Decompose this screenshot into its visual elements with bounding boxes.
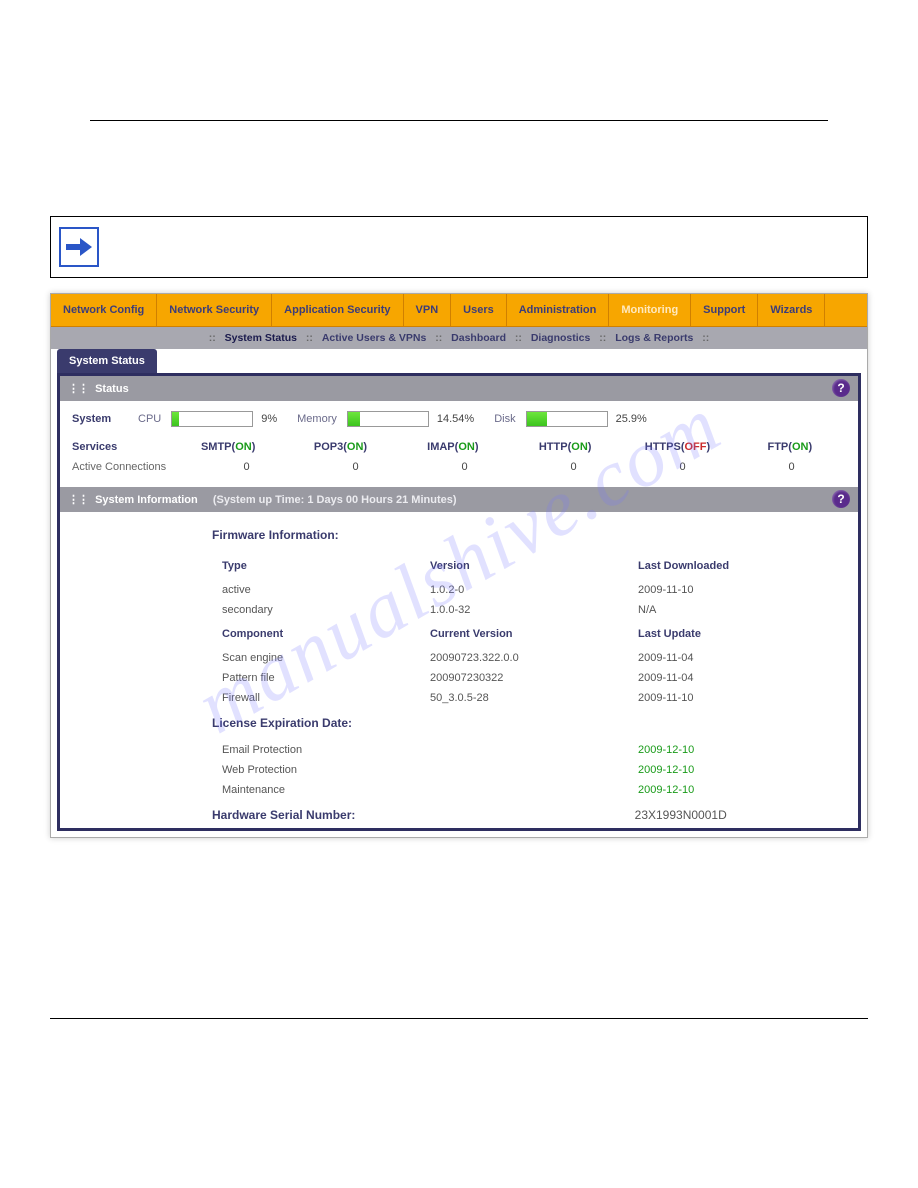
note-arrow-cell bbox=[51, 217, 107, 277]
memory-bar bbox=[347, 411, 429, 427]
tab-network-config[interactable]: Network Config bbox=[51, 294, 157, 326]
hdr-type: Type bbox=[222, 556, 430, 576]
tab-wizards[interactable]: Wizards bbox=[758, 294, 825, 326]
subnav-active-users-vpns[interactable]: Active Users & VPNs bbox=[316, 332, 432, 344]
cpu-bar bbox=[171, 411, 253, 427]
sub-nav: :: System Status :: Active Users & VPNs … bbox=[51, 327, 867, 349]
svc-smtp: SMTP(ON) bbox=[172, 441, 284, 453]
help-icon[interactable]: ? bbox=[832, 490, 850, 508]
tab-monitoring[interactable]: Monitoring bbox=[609, 294, 691, 326]
memory-pct: 14.54% bbox=[437, 413, 474, 425]
fw-row-pattern-file: Pattern file2009072303222009-11-04 bbox=[222, 668, 846, 688]
hdr-last-update: Last Update bbox=[638, 624, 846, 644]
subnav-logs-reports[interactable]: Logs & Reports bbox=[609, 332, 699, 344]
hdr-last-downloaded: Last Downloaded bbox=[638, 556, 846, 576]
active-connections-label: Active Connections bbox=[72, 461, 192, 473]
system-label: System bbox=[72, 413, 132, 425]
firmware-info-title: Firmware Information: bbox=[72, 522, 846, 546]
page-top-rule bbox=[90, 120, 828, 121]
svc-https: HTTPS(OFF) bbox=[621, 441, 733, 453]
license-exp-title: License Expiration Date: bbox=[72, 710, 846, 734]
tab-vpn[interactable]: VPN bbox=[404, 294, 452, 326]
help-icon[interactable]: ? bbox=[832, 379, 850, 397]
svc-pop3: POP3(ON) bbox=[284, 441, 396, 453]
screenshot-panel: manualshive.com Network Config Network S… bbox=[50, 293, 868, 838]
disk-pct: 25.9% bbox=[616, 413, 647, 425]
svc-http: HTTP(ON) bbox=[509, 441, 621, 453]
panel-header-sysinfo: ⋮⋮ System Information (System up Time: 1… bbox=[60, 487, 858, 512]
hdr-component: Component bbox=[222, 624, 430, 644]
grip-icon: ⋮⋮ bbox=[68, 383, 88, 395]
tertiary-nav: System Status bbox=[51, 349, 867, 373]
disk-label: Disk bbox=[494, 413, 515, 425]
panel-title-status: Status bbox=[95, 383, 129, 395]
uptime-text: (System up Time: 1 Days 00 Hours 21 Minu… bbox=[213, 494, 457, 506]
services-label: Services bbox=[72, 441, 172, 453]
ac-http: 0 bbox=[519, 461, 628, 473]
hdr-version: Version bbox=[430, 556, 638, 576]
svc-ftp: FTP(ON) bbox=[734, 441, 846, 453]
cpu-label: CPU bbox=[138, 413, 161, 425]
ac-https: 0 bbox=[628, 461, 737, 473]
grip-icon: ⋮⋮ bbox=[68, 494, 88, 506]
main-nav: Network Config Network Security Applicat… bbox=[51, 294, 867, 327]
subnav-system-status[interactable]: System Status bbox=[219, 332, 303, 344]
tab-application-security[interactable]: Application Security bbox=[272, 294, 403, 326]
right-arrow-icon bbox=[59, 227, 99, 267]
tab3-system-status[interactable]: System Status bbox=[57, 349, 157, 373]
fw-row-scan-engine: Scan engine20090723.322.0.02009-11-04 bbox=[222, 648, 846, 668]
tab-network-security[interactable]: Network Security bbox=[157, 294, 272, 326]
note-box bbox=[50, 216, 868, 278]
tab-users[interactable]: Users bbox=[451, 294, 507, 326]
ac-imap: 0 bbox=[410, 461, 519, 473]
lic-row-email: Email Protection2009-12-10 bbox=[222, 740, 846, 760]
subnav-dashboard[interactable]: Dashboard bbox=[445, 332, 512, 344]
tab-administration[interactable]: Administration bbox=[507, 294, 610, 326]
panel-header-status: ⋮⋮ Status ? bbox=[60, 376, 858, 401]
tab-support[interactable]: Support bbox=[691, 294, 758, 326]
hw-serial-value: 23X1993N0001D bbox=[635, 808, 846, 822]
ac-ftp: 0 bbox=[737, 461, 846, 473]
ac-pop3: 0 bbox=[301, 461, 410, 473]
hw-serial-label: Hardware Serial Number: bbox=[212, 808, 423, 822]
cpu-pct: 9% bbox=[261, 413, 277, 425]
ac-smtp: 0 bbox=[192, 461, 301, 473]
svc-imap: IMAP(ON) bbox=[397, 441, 509, 453]
panel-title-sysinfo: System Information bbox=[95, 494, 198, 506]
fw-row-firewall: Firewall50_3.0.5-282009-11-10 bbox=[222, 688, 846, 708]
fw-row-secondary: secondary1.0.0-32N/A bbox=[222, 600, 846, 620]
subnav-diagnostics[interactable]: Diagnostics bbox=[525, 332, 597, 344]
hdr-current-version: Current Version bbox=[430, 624, 638, 644]
note-text bbox=[107, 217, 867, 277]
fw-row-active: active1.0.2-02009-11-10 bbox=[222, 580, 846, 600]
lic-row-web: Web Protection2009-12-10 bbox=[222, 760, 846, 780]
memory-label: Memory bbox=[297, 413, 337, 425]
page-bottom-rule bbox=[50, 1018, 868, 1019]
disk-bar bbox=[526, 411, 608, 427]
lic-row-maintenance: Maintenance2009-12-10 bbox=[222, 780, 846, 800]
